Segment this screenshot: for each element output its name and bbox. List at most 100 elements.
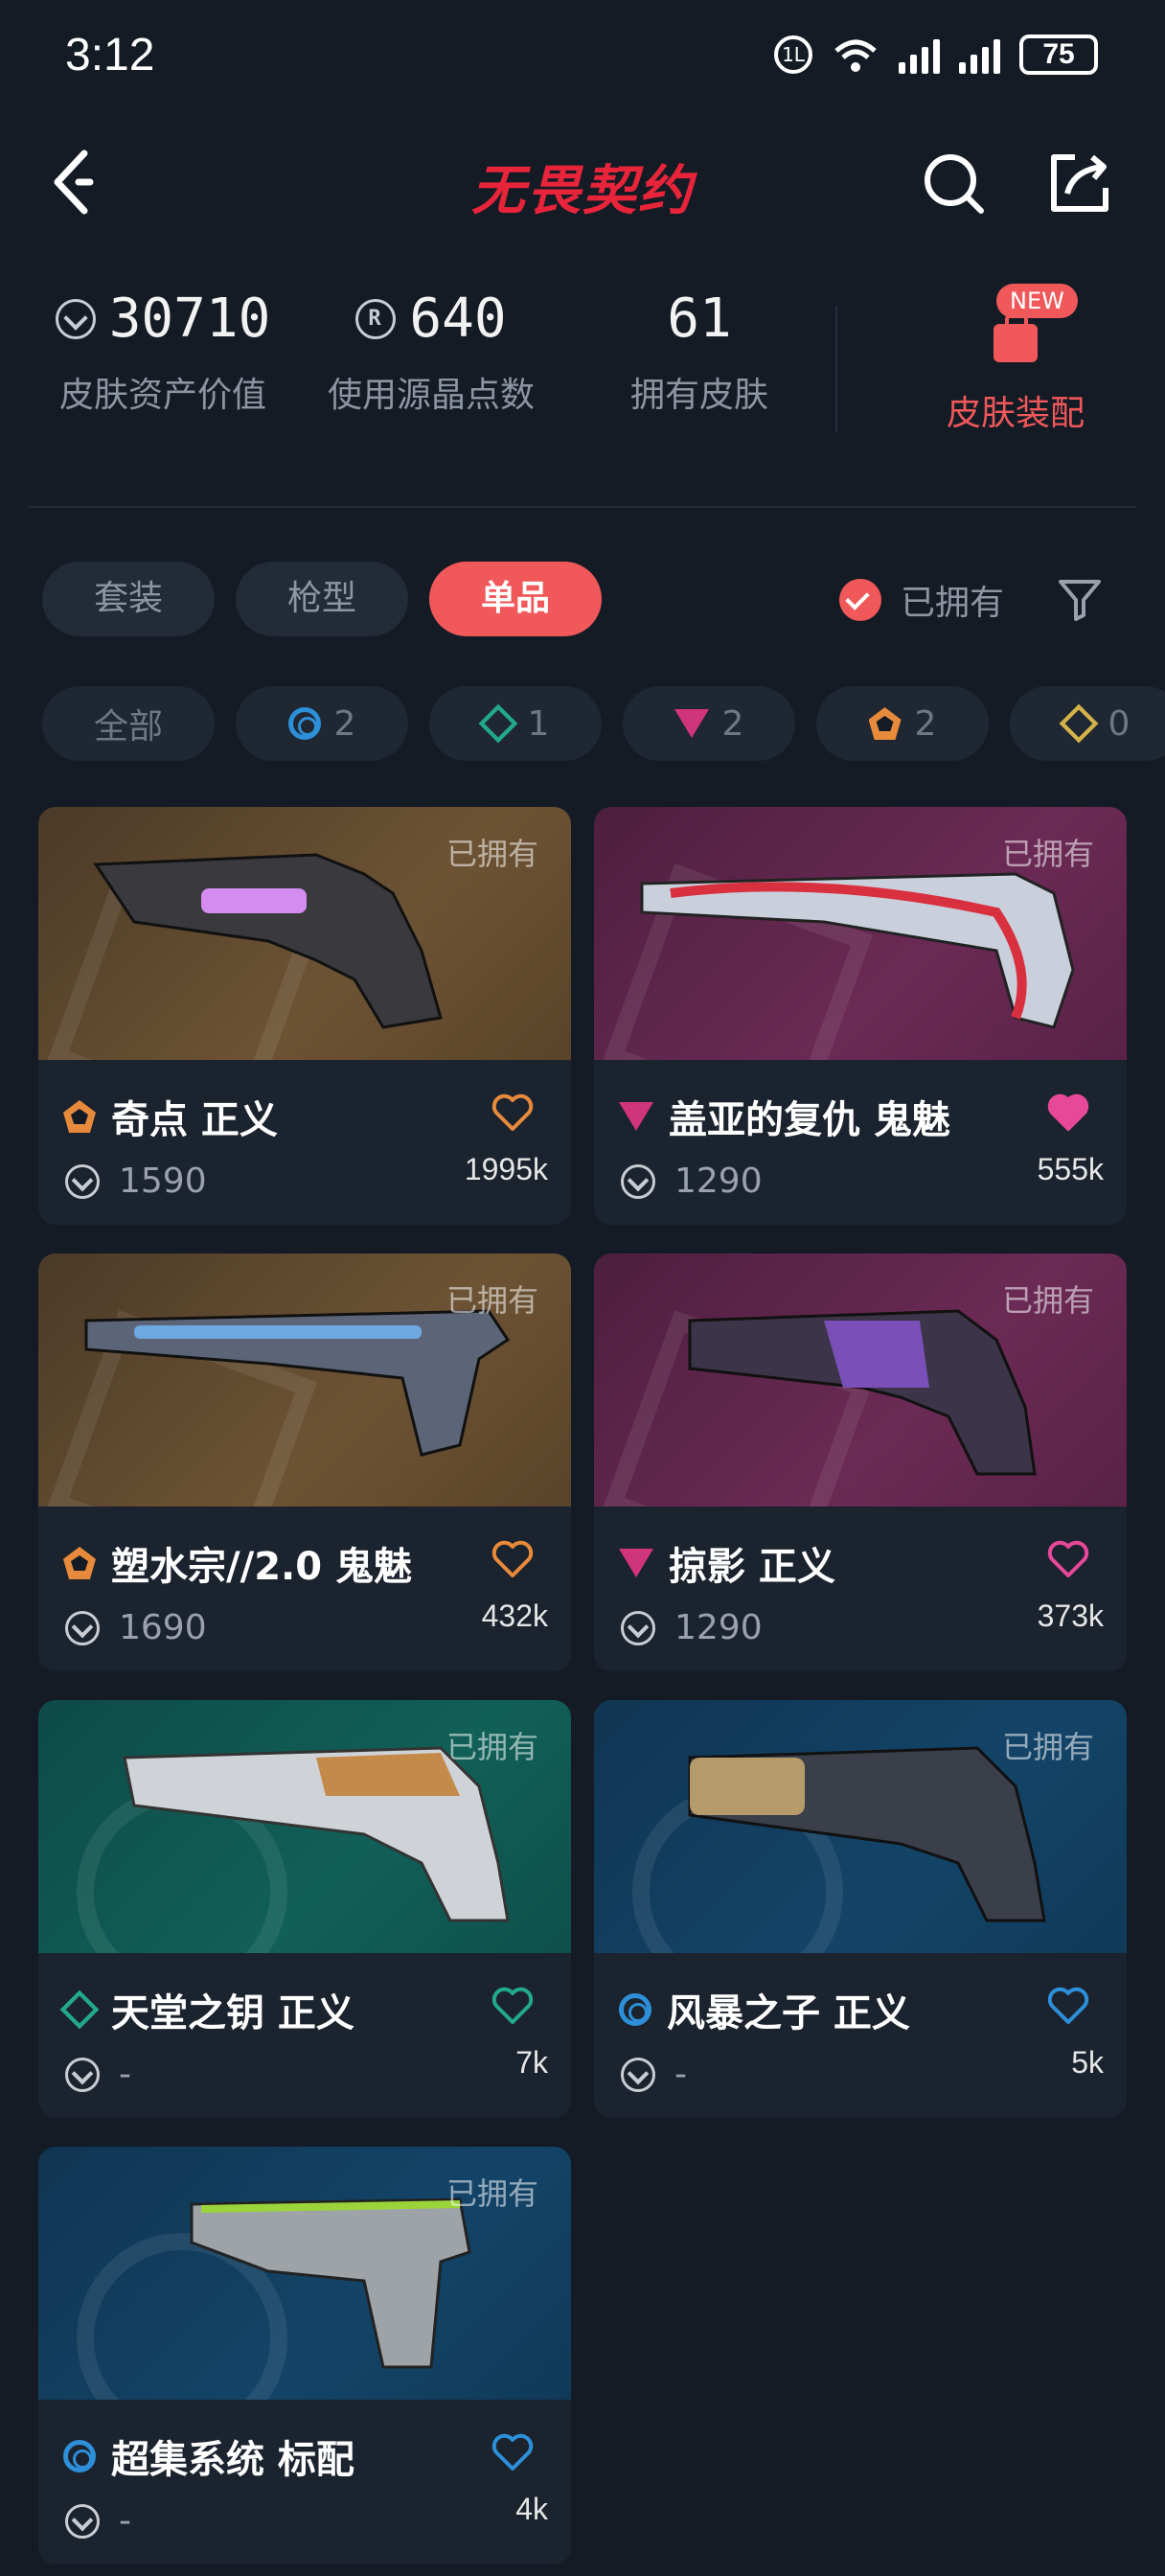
like-count: 555k	[1037, 1152, 1104, 1186]
heart-icon[interactable]	[491, 1986, 535, 2026]
vp-coin-icon	[621, 2057, 655, 2092]
filter-icon[interactable]	[1056, 575, 1104, 623]
battery-icon: 75	[1019, 34, 1098, 75]
exclusive-tier-icon	[1059, 703, 1098, 744]
new-badge: NEW	[996, 284, 1078, 318]
skin-name: 风暴之子 正义	[667, 1991, 910, 2036]
skin-name: 超集系统 标配	[111, 2438, 354, 2482]
tab-bundles[interactable]: 套装	[42, 562, 215, 636]
tier-chip-deluxe[interactable]: 1	[429, 686, 602, 761]
bag-icon	[994, 314, 1038, 362]
skin-price: -	[119, 2055, 131, 2094]
stats-divider	[835, 307, 837, 431]
share-icon[interactable]	[1046, 150, 1113, 217]
vp-coin-icon	[65, 2057, 100, 2092]
heart-icon[interactable]	[491, 1539, 535, 1579]
owned-tag: 已拥有	[1001, 1282, 1094, 1319]
skin-card[interactable]: 已拥有 塑水宗//2.0 鬼魅 1690 432k	[38, 1254, 571, 1671]
status-icons: 1L 75	[774, 34, 1098, 75]
select-tier-icon	[287, 707, 321, 740]
premium-tier-icon	[619, 1102, 653, 1131]
vp-coin-icon	[621, 1163, 655, 1199]
skin-image: 已拥有	[38, 807, 571, 1060]
tier-count: 2	[333, 703, 356, 744]
skin-image: 已拥有	[38, 1700, 571, 1953]
tab-weapon-type[interactable]: 枪型	[236, 562, 408, 636]
tier-chip-ultra[interactable]: 2	[816, 686, 989, 761]
owned-filter-toggle[interactable]: 已拥有	[839, 575, 1004, 625]
tier-chip-select[interactable]: 2	[236, 686, 408, 761]
skin-price: -	[119, 2501, 131, 2541]
skin-price: 1290	[674, 1162, 763, 1201]
heart-icon[interactable]	[1046, 1539, 1090, 1579]
ultra-tier-icon	[63, 1100, 96, 1133]
category-tabs: 套装 枪型 单品	[42, 562, 602, 636]
status-time: 3:12	[65, 30, 155, 80]
hd-call-icon: 1L	[774, 35, 812, 74]
ultra-tier-icon	[868, 707, 902, 740]
wifi-icon	[834, 39, 877, 72]
skin-price: 1290	[674, 1608, 763, 1647]
heart-icon[interactable]	[491, 2432, 535, 2472]
owned-tag: 已拥有	[1001, 836, 1094, 872]
radianite-stat: 640 使用源晶点数	[297, 288, 565, 417]
owned-skins-stat: 61 拥有皮肤	[565, 288, 834, 417]
app-header: 无畏契约	[0, 134, 1165, 230]
skin-name: 掠影 正义	[669, 1545, 835, 1589]
deluxe-tier-icon	[59, 1990, 100, 2030]
skin-card[interactable]: 已拥有 盖亚的复仇 鬼魅 1290 555k	[594, 807, 1127, 1225]
owned-filter-label: 已拥有	[901, 584, 1005, 623]
skin-name: 塑水宗//2.0 鬼魅	[111, 1545, 413, 1589]
tier-count: 1	[527, 703, 550, 744]
skin-price: -	[674, 2055, 687, 2094]
asset-value-stat: 30710 皮肤资产价值	[29, 288, 297, 417]
tab-single-items[interactable]: 单品	[429, 562, 602, 636]
owned-skins-value: 61	[667, 288, 732, 350]
owned-tag: 已拥有	[445, 836, 538, 872]
like-count: 7k	[515, 2045, 548, 2080]
owned-skins-label: 拥有皮肤	[629, 376, 768, 415]
vp-coin-icon	[65, 1163, 100, 1199]
tier-count: 2	[914, 703, 937, 744]
heart-icon[interactable]	[1046, 1986, 1090, 2026]
skin-image: 已拥有	[38, 1254, 571, 1506]
search-icon[interactable]	[920, 150, 987, 217]
asset-value: 30710	[108, 288, 271, 350]
vp-coin-icon	[55, 298, 96, 339]
signal-1-icon	[899, 35, 940, 74]
skin-price: 1590	[119, 1162, 207, 1201]
skin-image: 已拥有	[38, 2147, 571, 2400]
skin-card[interactable]: 已拥有 风暴之子 正义 - 5k	[594, 1700, 1127, 2118]
skin-card[interactable]: 已拥有 超集系统 标配 - 4k	[38, 2147, 571, 2564]
skin-equip-label: 皮肤装配	[946, 394, 1085, 433]
owned-tag: 已拥有	[445, 1282, 538, 1319]
ultra-tier-icon	[63, 1547, 96, 1579]
owned-tag: 已拥有	[445, 2175, 538, 2212]
heart-filled-icon[interactable]	[1046, 1092, 1090, 1133]
tier-all-label: 全部	[93, 707, 163, 747]
radianite-label: 使用源晶点数	[327, 376, 535, 415]
like-count: 5k	[1071, 2045, 1104, 2080]
tier-chip-all[interactable]: 全部	[42, 686, 215, 761]
like-count: 4k	[515, 2492, 548, 2526]
skin-card[interactable]: 已拥有 天堂之钥 正义 - 7k	[38, 1700, 571, 2118]
skin-image: 已拥有	[594, 1700, 1127, 1953]
premium-tier-icon	[674, 709, 709, 738]
select-tier-icon	[619, 1993, 651, 2026]
tier-chip-exclusive[interactable]: 0	[1010, 686, 1165, 761]
vp-coin-icon	[621, 1610, 655, 1645]
skin-card[interactable]: 已拥有 奇点 正义 1590 1995k	[38, 807, 571, 1225]
asset-value-label: 皮肤资产价值	[58, 376, 266, 415]
stats-panel: 30710 皮肤资产价值 640 使用源晶点数 61 拥有皮肤 皮肤装配	[29, 288, 1140, 460]
like-count: 1995k	[464, 1152, 548, 1186]
status-bar: 3:12 1L 75	[0, 0, 1165, 115]
skin-name: 盖亚的复仇 鬼魅	[669, 1098, 950, 1142]
owned-tag: 已拥有	[445, 1729, 538, 1765]
heart-icon[interactable]	[491, 1092, 535, 1133]
skin-card[interactable]: 已拥有 掠影 正义 1290 373k	[594, 1254, 1127, 1671]
tier-chip-premium[interactable]: 2	[623, 686, 795, 761]
signal-2-icon	[959, 35, 1000, 74]
skin-image: 已拥有	[594, 807, 1127, 1060]
owned-tag: 已拥有	[1001, 1729, 1094, 1765]
page-title: 无畏契约	[471, 160, 694, 222]
